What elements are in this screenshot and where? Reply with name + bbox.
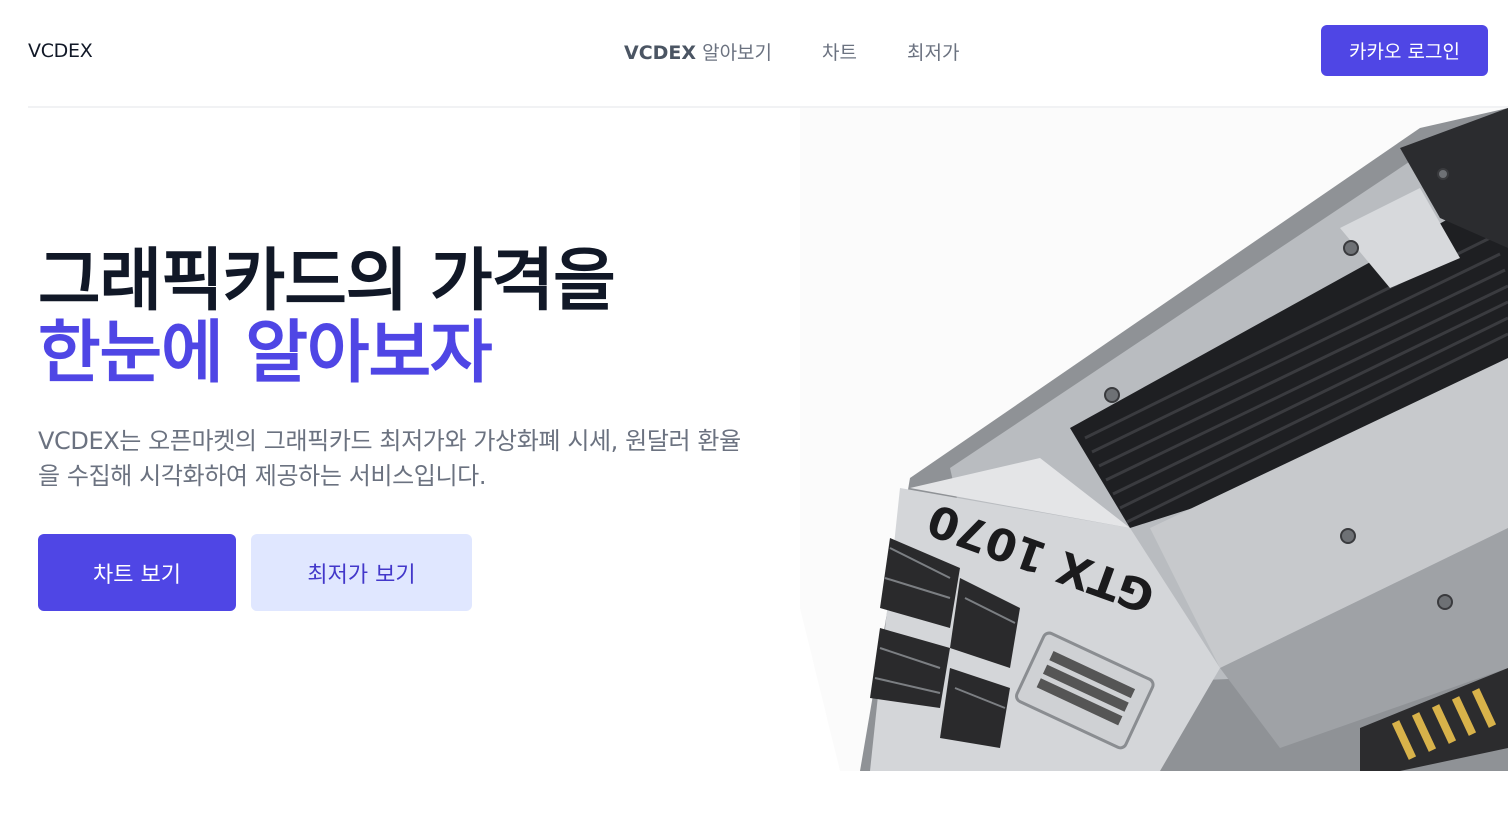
view-chart-button[interactable]: 차트 보기: [38, 534, 236, 611]
view-lowest-price-button[interactable]: 최저가 보기: [251, 534, 472, 611]
site-header: VCDEX VCDEX 알아보기 차트 최저가 카카오 로그인: [0, 0, 1508, 108]
main-nav: VCDEX 알아보기 차트 최저가: [624, 38, 959, 65]
logo-link[interactable]: VCDEX: [28, 40, 93, 62]
hero-description: VCDEX는 오픈마켓의 그래픽카드 최저가와 가상화폐 시세, 원달러 환율을…: [38, 427, 741, 490]
nav-about-brand: VCDEX: [624, 42, 697, 64]
nav-lowest-link[interactable]: 최저가: [907, 38, 959, 65]
nav-chart-link[interactable]: 차트: [822, 38, 857, 65]
landing-page: VCDEX VCDEX 알아보기 차트 최저가 카카오 로그인 그래픽카드의 가…: [0, 0, 1508, 815]
hero-title-line2: 한눈에 알아보자: [38, 314, 493, 393]
nav-about-label: 알아보기: [696, 42, 773, 64]
gpu-image: GTX 1070: [800, 108, 1508, 771]
kakao-login-button[interactable]: 카카오 로그인: [1321, 25, 1488, 76]
hero-title: 그래픽카드의 가격을 한눈에 알아보자: [38, 242, 616, 393]
nav-about-link[interactable]: VCDEX 알아보기: [624, 38, 772, 65]
hero-title-line1: 그래픽카드의 가격을: [38, 242, 616, 321]
